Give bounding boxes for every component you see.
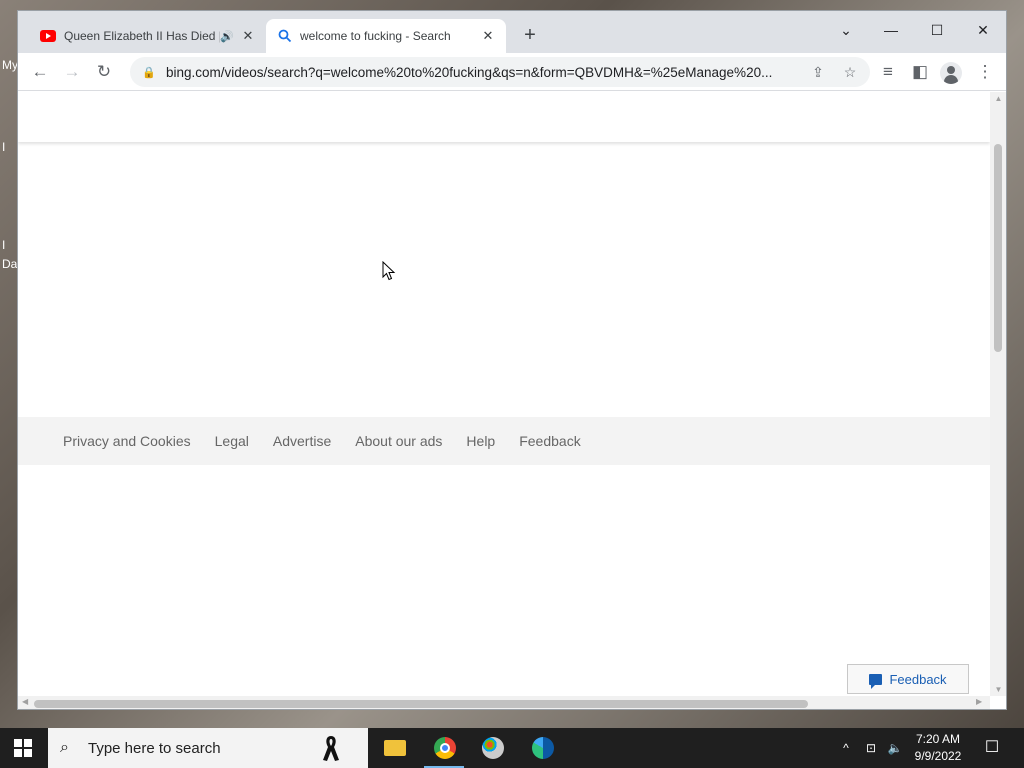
scroll-left-icon[interactable]: ◀ bbox=[22, 697, 28, 706]
chrome-icon-center bbox=[440, 743, 450, 753]
media-control-icon[interactable]: ≡ bbox=[876, 60, 900, 84]
clock-date: 9/9/2022 bbox=[914, 749, 962, 763]
footer-link-about-ads[interactable]: About our ads bbox=[355, 433, 442, 449]
scroll-up-icon[interactable]: ▲ bbox=[990, 94, 1006, 103]
footer-link-help[interactable]: Help bbox=[466, 433, 495, 449]
audio-playing-icon[interactable]: 🔊 bbox=[220, 30, 234, 43]
paint-taskbar-button[interactable] bbox=[468, 728, 516, 768]
horizontal-scrollbar[interactable]: ◀ ▶ bbox=[18, 696, 990, 709]
tab-title: welcome to fucking - Search bbox=[300, 29, 451, 43]
feedback-label: Feedback bbox=[889, 671, 947, 687]
forward-button[interactable]: → bbox=[60, 60, 84, 84]
start-button[interactable] bbox=[14, 739, 32, 757]
horizontal-scroll-thumb[interactable] bbox=[34, 700, 808, 708]
address-bar[interactable]: 🔒 bing.com/videos/search?q=welcome%20to%… bbox=[130, 57, 870, 87]
footer-link-legal[interactable]: Legal bbox=[215, 433, 249, 449]
clock-time: 7:20 AM bbox=[915, 732, 961, 746]
page-footer: Privacy and Cookies Legal Advertise Abou… bbox=[18, 417, 990, 465]
mouse-cursor-icon bbox=[382, 261, 396, 281]
feedback-button[interactable]: Feedback bbox=[847, 664, 969, 694]
close-tab-icon[interactable]: ✕ bbox=[480, 28, 496, 44]
tab-youtube[interactable]: Queen Elizabeth II Has Died | 🔊 ✕ bbox=[28, 19, 266, 53]
bookmark-star-icon[interactable]: ☆ bbox=[838, 64, 862, 81]
feedback-icon bbox=[869, 673, 883, 689]
minimize-button[interactable]: — bbox=[871, 17, 911, 43]
black-ribbon-icon bbox=[323, 736, 339, 761]
page-header bbox=[18, 92, 990, 142]
footer-link-privacy[interactable]: Privacy and Cookies bbox=[63, 433, 191, 449]
edge-taskbar-button[interactable] bbox=[518, 728, 566, 768]
close-tab-icon[interactable]: ✕ bbox=[240, 28, 256, 44]
desktop-icon-label[interactable]: I bbox=[2, 140, 5, 154]
taskbar-search-box[interactable]: ⌕ Type here to search bbox=[48, 728, 368, 768]
taskbar: ⌕ Type here to search ^ ⊡ 🔈 7:20 AM 9/9/… bbox=[0, 728, 1024, 768]
page-content: Privacy and Cookies Legal Advertise Abou… bbox=[18, 92, 990, 696]
maximize-button[interactable]: ☐ bbox=[917, 17, 957, 43]
clock[interactable]: 7:20 AM 9/9/2022 bbox=[910, 731, 966, 765]
desktop-icon-label[interactable]: I bbox=[2, 238, 5, 252]
notification-center-icon[interactable]: ☐ bbox=[980, 728, 1004, 768]
youtube-icon bbox=[40, 30, 56, 42]
browser-toolbar: ← → ↻ 🔒 bing.com/videos/search?q=welcome… bbox=[18, 53, 1006, 91]
scroll-down-icon[interactable]: ▼ bbox=[990, 685, 1006, 694]
new-tab-button[interactable]: + bbox=[518, 23, 542, 47]
tab-strip: Queen Elizabeth II Has Died | 🔊 ✕ welcom… bbox=[18, 11, 1006, 53]
network-icon[interactable]: ⊡ bbox=[860, 728, 882, 768]
close-window-button[interactable]: ✕ bbox=[963, 17, 1003, 43]
volume-icon[interactable]: 🔈 bbox=[884, 728, 906, 768]
lock-icon[interactable]: 🔒 bbox=[142, 66, 156, 79]
footer-link-feedback[interactable]: Feedback bbox=[519, 433, 580, 449]
side-panel-icon[interactable]: ◧ bbox=[908, 60, 932, 84]
footer-link-advertise[interactable]: Advertise bbox=[273, 433, 331, 449]
file-explorer-taskbar-button[interactable] bbox=[370, 728, 418, 768]
search-icon: ⌕ bbox=[60, 739, 69, 756]
edge-icon bbox=[532, 737, 554, 759]
paint-palette-icon bbox=[482, 737, 504, 759]
tab-search-icon[interactable]: ⌄ bbox=[826, 17, 866, 43]
vertical-scroll-thumb[interactable] bbox=[994, 144, 1002, 352]
url-text[interactable]: bing.com/videos/search?q=welcome%20to%20… bbox=[166, 65, 806, 80]
profile-avatar[interactable] bbox=[940, 62, 962, 84]
search-icon bbox=[278, 29, 292, 43]
scroll-right-icon[interactable]: ▶ bbox=[976, 697, 982, 706]
browser-window: Queen Elizabeth II Has Died | 🔊 ✕ welcom… bbox=[17, 10, 1007, 710]
reload-button[interactable]: ↻ bbox=[92, 60, 116, 84]
menu-icon[interactable]: ⋮ bbox=[973, 60, 997, 84]
share-icon[interactable]: ⇪ bbox=[806, 64, 830, 81]
taskbar-search-placeholder: Type here to search bbox=[88, 739, 221, 757]
desktop-icon-label[interactable]: Da bbox=[2, 257, 17, 271]
show-hidden-icons-chevron[interactable]: ^ bbox=[836, 728, 856, 768]
folder-icon bbox=[384, 740, 406, 756]
desktop-icon-label[interactable]: My bbox=[2, 58, 18, 72]
vertical-scrollbar[interactable]: ▲ ▼ bbox=[990, 92, 1006, 696]
chrome-taskbar-button[interactable] bbox=[420, 728, 468, 768]
back-button[interactable]: ← bbox=[28, 60, 52, 84]
tab-title: Queen Elizabeth II Has Died | bbox=[64, 29, 220, 43]
tab-bing-search[interactable]: welcome to fucking - Search ✕ bbox=[266, 19, 506, 53]
